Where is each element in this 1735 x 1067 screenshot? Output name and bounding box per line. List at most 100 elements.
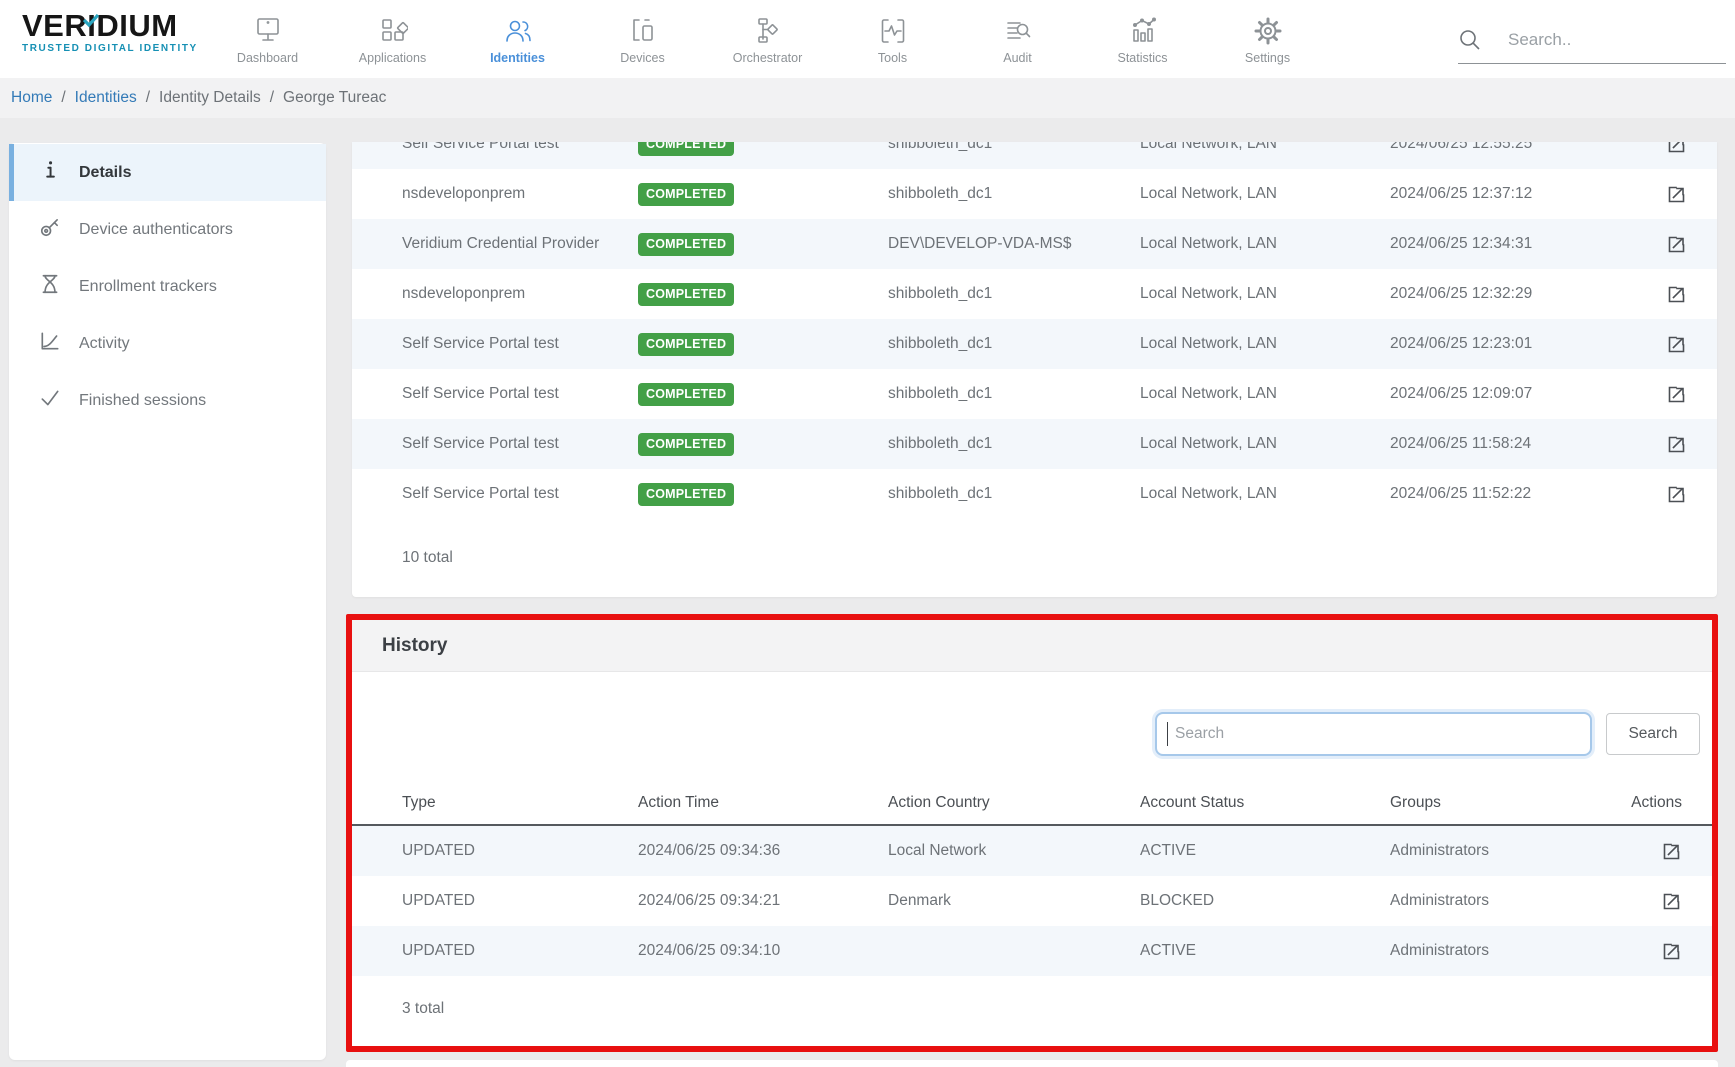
history-search-input[interactable] [1155, 712, 1592, 756]
open-details-icon[interactable] [1666, 334, 1687, 355]
activity-chart-icon [39, 330, 61, 357]
nav-item-settings[interactable]: Settings [1205, 0, 1330, 78]
open-details-icon[interactable] [1666, 142, 1687, 155]
history-action-country: Local Network [888, 842, 1140, 860]
breadcrumb-identities[interactable]: Identities [75, 89, 137, 107]
session-row: Self Service Portal test COMPLETED shibb… [352, 369, 1717, 419]
history-action-time: 2024/06/25 09:34:36 [638, 842, 888, 860]
nav-item-dashboard[interactable]: Dashboard [205, 0, 330, 78]
open-details-icon[interactable] [1666, 434, 1687, 455]
nav-label: Dashboard [237, 51, 298, 65]
search-icon [1458, 28, 1482, 52]
nav-item-tools[interactable]: Tools [830, 0, 955, 78]
breadcrumb-home[interactable]: Home [11, 89, 52, 107]
history-section: History Search Type Action Time Action C… [346, 614, 1718, 1052]
dashboard-icon [253, 14, 283, 48]
nav-item-devices[interactable]: Devices [580, 0, 705, 78]
session-time: 2024/06/25 12:34:31 [1390, 235, 1647, 253]
history-account-status: ACTIVE [1140, 942, 1390, 960]
open-details-icon[interactable] [1666, 284, 1687, 305]
breadcrumb-separator: / [146, 89, 150, 107]
info-icon [39, 159, 61, 186]
nav-item-audit[interactable]: Audit [955, 0, 1080, 78]
session-row: Self Service Portal test COMPLETED shibb… [352, 469, 1717, 519]
sidebar-item-details[interactable]: Details [9, 144, 326, 201]
sidebar-item-finished-sessions[interactable]: Finished sessions [9, 372, 326, 429]
breadcrumb-identity-details: Identity Details [159, 89, 261, 107]
nav-item-statistics[interactable]: Statistics [1080, 0, 1205, 78]
status-badge: COMPLETED [638, 383, 734, 406]
history-groups: Administrators [1390, 942, 1642, 960]
applications-icon [378, 14, 408, 48]
history-groups: Administrators [1390, 842, 1642, 860]
breadcrumb-user-name: George Tureac [283, 89, 386, 107]
open-details-icon[interactable] [1661, 891, 1682, 912]
global-search [1458, 16, 1726, 64]
history-action-time: 2024/06/25 09:34:10 [638, 942, 888, 960]
nav-label: Orchestrator [733, 51, 802, 65]
logo-tagline: TRUSTED DIGITAL IDENTITY [22, 43, 222, 54]
session-name: nsdeveloponprem [402, 185, 638, 203]
history-groups: Administrators [1390, 892, 1642, 910]
session-server: shibboleth_dc1 [888, 435, 1140, 453]
open-details-icon[interactable] [1661, 841, 1682, 862]
session-server: DEV\DEVELOP-VDA-MS$ [888, 235, 1140, 253]
session-network: Local Network, LAN [1140, 142, 1390, 153]
session-row: Self Service Portal test COMPLETED shibb… [352, 419, 1717, 469]
session-network: Local Network, LAN [1140, 185, 1390, 203]
sidebar-item-label: Device authenticators [79, 221, 233, 239]
history-account-status: BLOCKED [1140, 892, 1390, 910]
nav-item-applications[interactable]: Applications [330, 0, 455, 78]
history-type: UPDATED [402, 842, 638, 860]
sidebar-item-activity[interactable]: Activity [9, 315, 326, 372]
logo-wordmark: VERIDIUM [22, 10, 222, 41]
session-name: Self Service Portal test [402, 385, 638, 403]
global-search-input[interactable] [1508, 30, 1698, 50]
status-badge: COMPLETED [638, 483, 734, 506]
history-action-country: Denmark [888, 892, 1140, 910]
open-details-icon[interactable] [1666, 184, 1687, 205]
identity-sidebar: Details Device authenticators Enrollment… [9, 143, 326, 1060]
breadcrumb-separator: / [61, 89, 65, 107]
status-badge: COMPLETED [638, 283, 734, 306]
sessions-total-count: 10 total [352, 519, 1717, 567]
nav-label: Statistics [1117, 51, 1167, 65]
sidebar-item-device-authenticators[interactable]: Device authenticators [9, 201, 326, 258]
open-details-icon[interactable] [1666, 484, 1687, 505]
history-row: UPDATED 2024/06/25 09:34:21 Denmark BLOC… [352, 876, 1712, 926]
col-actions: Actions [1631, 794, 1682, 812]
open-details-icon[interactable] [1666, 234, 1687, 255]
sidebar-item-enrollment-trackers[interactable]: Enrollment trackers [9, 258, 326, 315]
session-server: shibboleth_dc1 [888, 285, 1140, 303]
session-server: shibboleth_dc1 [888, 485, 1140, 503]
open-details-icon[interactable] [1661, 941, 1682, 962]
session-name: Self Service Portal test [402, 142, 638, 153]
session-row: Self Service Portal test COMPLETED shibb… [352, 319, 1717, 369]
session-server: shibboleth_dc1 [888, 142, 1140, 153]
session-time: 2024/06/25 11:52:22 [1390, 485, 1647, 503]
history-row: UPDATED 2024/06/25 09:34:36 Local Networ… [352, 826, 1712, 876]
session-row: Veridium Credential Provider COMPLETED D… [352, 219, 1717, 269]
nav-item-orchestrator[interactable]: Orchestrator [705, 0, 830, 78]
session-network: Local Network, LAN [1140, 485, 1390, 503]
session-time: 2024/06/25 12:32:29 [1390, 285, 1647, 303]
nav-item-identities[interactable]: Identities [455, 0, 580, 78]
nav-label: Settings [1245, 51, 1290, 65]
status-badge: COMPLETED [638, 233, 734, 256]
history-search-button[interactable]: Search [1606, 713, 1700, 755]
open-details-icon[interactable] [1666, 384, 1687, 405]
history-title: History [382, 635, 447, 657]
hourglass-icon [39, 273, 61, 300]
session-server: shibboleth_dc1 [888, 185, 1140, 203]
session-time: 2024/06/25 11:58:24 [1390, 435, 1647, 453]
status-badge: COMPLETED [638, 142, 734, 156]
veridium-logo[interactable]: VERIDIUM TRUSTED DIGITAL IDENTITY [22, 10, 222, 54]
finished-sessions-card: Self Service Portal test COMPLETED shibb… [352, 142, 1717, 597]
session-time: 2024/06/25 12:23:01 [1390, 335, 1647, 353]
col-groups: Groups [1390, 794, 1622, 812]
session-row: Self Service Portal test COMPLETED shibb… [352, 142, 1717, 169]
session-row: nsdeveloponprem COMPLETED shibboleth_dc1… [352, 269, 1717, 319]
session-time: 2024/06/25 12:09:07 [1390, 385, 1647, 403]
key-icon [39, 216, 61, 243]
logo-checkmark-icon [83, 1, 99, 32]
